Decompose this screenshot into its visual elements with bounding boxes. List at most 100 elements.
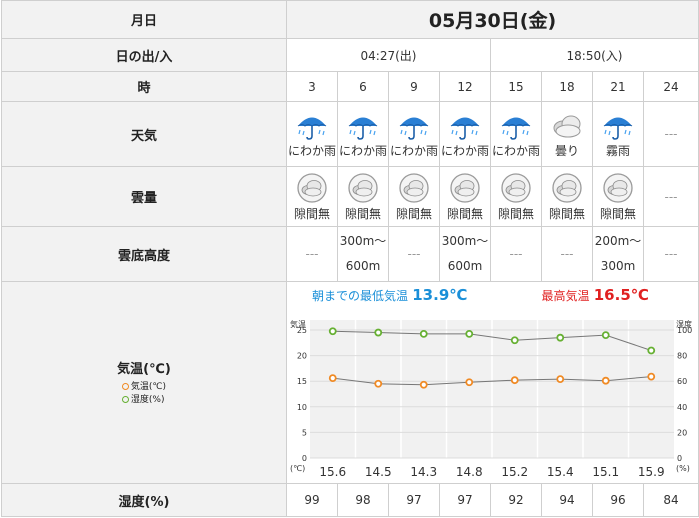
cloud-cover-label: 隙間無 xyxy=(293,207,330,221)
humidity-value: 98 xyxy=(337,483,389,517)
cloud-base-row-label: 雲底高度 xyxy=(1,226,287,282)
cloud-cover-cell: 隙間無 xyxy=(337,166,389,227)
hour-cell: 24 xyxy=(643,71,699,102)
humidity-point xyxy=(464,329,473,338)
overcast-icon xyxy=(389,172,439,207)
y-left-tick-label: 10 xyxy=(296,403,306,412)
max-temp-label: 最高気温 xyxy=(541,289,590,303)
cloud-cover-label: 隙間無 xyxy=(497,207,534,221)
cloud-cover-label: 隙間無 xyxy=(446,207,483,221)
date-header-label: 月日 xyxy=(1,0,287,39)
temperature-value: 14.3 xyxy=(410,465,437,479)
cloud-cover-row-label: 雲量 xyxy=(1,166,287,227)
y-right-tick-label: 20 xyxy=(677,428,687,437)
y-right-axis-label: 湿度 xyxy=(676,319,692,329)
cloud-cover-label: --- xyxy=(664,189,678,204)
humidity-point xyxy=(419,329,428,338)
weather-label: にわか雨 xyxy=(338,143,387,158)
cloud-cover-cell: 隙間無 xyxy=(388,166,440,227)
humidity-point xyxy=(646,346,655,355)
umbrella-rain-icon xyxy=(593,111,643,144)
weather-label: にわか雨 xyxy=(491,143,540,158)
temperature-point xyxy=(328,374,337,383)
hour-row-label: 時 xyxy=(1,71,287,102)
cloud-base-range-bottom: 600m xyxy=(345,259,381,273)
y-left-tick-label: 5 xyxy=(301,428,306,437)
cloud-base-cell: --- xyxy=(490,226,542,282)
cloud-base-range-top: --- xyxy=(305,246,319,261)
cloud-base-cell: 300m〜 600m xyxy=(337,226,389,282)
chart-legend: 気温(℃) 湿度(%) xyxy=(121,381,166,407)
cloud-base-range-top: 300m〜 xyxy=(441,234,489,248)
humidity-point xyxy=(601,331,610,340)
umbrella-rain-icon xyxy=(389,111,439,144)
humidity-point xyxy=(510,336,519,345)
weather-cell: にわか雨 xyxy=(337,101,389,167)
sunrise-time: 04:27(出) xyxy=(286,38,491,72)
cloud-cover-label: 隙間無 xyxy=(344,207,381,221)
cloud-base-range-top: --- xyxy=(407,246,421,261)
temperature-value: 14.5 xyxy=(364,465,391,479)
hour-cell: 21 xyxy=(592,71,644,102)
temperature-point xyxy=(464,378,473,387)
weather-row-label: 天気 xyxy=(1,101,287,167)
cloud-cover-cell: 隙間無 xyxy=(541,166,593,227)
cloud-cover-cell: --- xyxy=(643,166,699,227)
cloud-base-range-top: 300m〜 xyxy=(339,234,387,248)
legend-humidity-marker-icon xyxy=(121,396,129,403)
cloud-cover-cell: 隙間無 xyxy=(592,166,644,227)
weather-cell: にわか雨 xyxy=(490,101,542,167)
cloud-cover-cell: 隙間無 xyxy=(439,166,491,227)
hour-cell: 15 xyxy=(490,71,542,102)
weather-label: 霧雨 xyxy=(605,143,630,158)
temperature-point xyxy=(510,376,519,385)
hour-cell: 3 xyxy=(286,71,338,102)
y-left-tick-label: 20 xyxy=(296,352,306,361)
cloud-cover-label: 隙間無 xyxy=(599,207,636,221)
overcast-icon xyxy=(287,172,337,207)
humidity-point xyxy=(328,327,337,336)
humidity-point xyxy=(555,333,564,342)
min-temp-label: 朝までの最低気温 xyxy=(312,289,409,303)
cloud-base-cell: --- xyxy=(541,226,593,282)
humidity-row-label: 湿度(%) xyxy=(1,483,287,517)
temperature-value: 14.8 xyxy=(455,465,482,479)
overcast-icon xyxy=(491,172,541,207)
temperature-point xyxy=(419,380,428,389)
cloud-cover-label: 隙間無 xyxy=(548,207,585,221)
forecast-date: 05月30日(金) xyxy=(428,10,557,32)
hour-cell: 18 xyxy=(541,71,593,102)
temperature-value: 15.9 xyxy=(637,465,664,479)
humidity-value: 97 xyxy=(388,483,440,517)
y-right-unit-label: (%) xyxy=(676,464,690,473)
weather-cell: 霧雨 xyxy=(592,101,644,167)
umbrella-rain-icon xyxy=(491,111,541,144)
y-left-unit-label: (℃) xyxy=(290,464,305,473)
temperature-value: 15.6 xyxy=(319,465,346,479)
umbrella-rain-icon xyxy=(440,111,490,144)
temperature-point xyxy=(373,379,382,388)
cloud-cover-cell: 隙間無 xyxy=(286,166,338,227)
temperature-point xyxy=(555,375,564,384)
temperature-value: 15.4 xyxy=(546,465,573,479)
weather-cell: 曇り xyxy=(541,101,593,167)
temperature-point xyxy=(601,376,610,385)
weather-label: にわか雨 xyxy=(389,143,438,158)
weather-cell: --- xyxy=(643,101,699,167)
cloud-cover-cell: 隙間無 xyxy=(490,166,542,227)
hour-cell: 12 xyxy=(439,71,491,102)
legend-humidity: 湿度(%) xyxy=(121,394,166,407)
cloud-base-range-top: --- xyxy=(509,246,523,261)
y-right-tick-label: 40 xyxy=(677,403,687,412)
y-right-tick-label: 80 xyxy=(677,352,687,361)
humidity-value: 94 xyxy=(541,483,593,517)
humidity-value: 99 xyxy=(286,483,338,517)
weather-cell: にわか雨 xyxy=(388,101,440,167)
cloud-base-range-top: --- xyxy=(560,246,574,261)
overcast-icon xyxy=(440,172,490,207)
humidity-value: 96 xyxy=(592,483,644,517)
y-right-tick-label: 60 xyxy=(677,377,687,386)
sunset-time: 18:50(入) xyxy=(490,38,699,72)
temperature-point xyxy=(646,372,655,381)
min-temp-value: 13.9℃ xyxy=(412,286,468,304)
